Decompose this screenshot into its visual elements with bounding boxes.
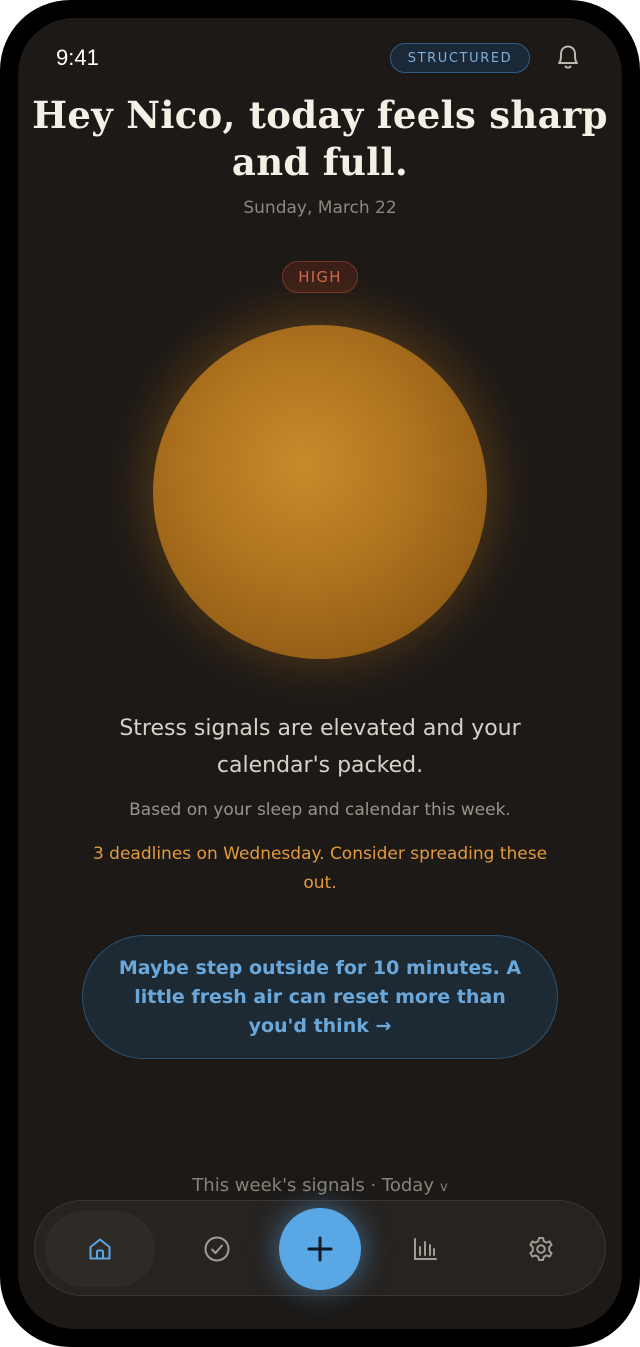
- device-frame: 9:41 STRUCTURED Hey Nico, today feels sh…: [0, 0, 640, 1347]
- check-circle-icon: [204, 1236, 230, 1262]
- plus-icon: [307, 1236, 333, 1262]
- week-signals-label: This week's signals · Today: [192, 1175, 434, 1196]
- gear-icon: [529, 1237, 553, 1261]
- add-entry-button[interactable]: [279, 1208, 361, 1290]
- nav-home[interactable]: [45, 1211, 155, 1287]
- nav-settings[interactable]: [505, 1213, 577, 1285]
- insight-basis: Based on your sleep and calendar this we…: [129, 800, 511, 820]
- insight-headline: Stress signals are elevated and your cal…: [119, 716, 521, 778]
- week-signals-toggle[interactable]: This week's signals · Today v: [18, 1175, 622, 1196]
- suggestion-text: Maybe step outside for 10 minutes. A lit…: [118, 956, 522, 1037]
- mode-badge[interactable]: STRUCTURED: [390, 43, 530, 73]
- chevron-down-icon: v: [440, 1180, 448, 1195]
- nav-stats[interactable]: [389, 1213, 461, 1285]
- bottom-nav: [34, 1200, 606, 1296]
- deadline-alert: 3 deadlines on Wednesday. Consider sprea…: [92, 844, 548, 893]
- date-label: Sunday, March 22: [243, 198, 397, 218]
- mood-orb[interactable]: [153, 325, 487, 659]
- suggestion-card[interactable]: Maybe step outside for 10 minutes. A lit…: [82, 935, 558, 1059]
- notifications-button[interactable]: [552, 40, 584, 74]
- nav-tasks[interactable]: [181, 1213, 253, 1285]
- status-time: 9:41: [56, 45, 99, 70]
- home-icon: [89, 1238, 111, 1260]
- app-screen: 9:41 STRUCTURED Hey Nico, today feels sh…: [18, 18, 622, 1329]
- page-title: Hey Nico, today feels sharp and full.: [32, 93, 608, 184]
- bar-chart-icon: [414, 1238, 437, 1260]
- bell-icon: [558, 45, 578, 69]
